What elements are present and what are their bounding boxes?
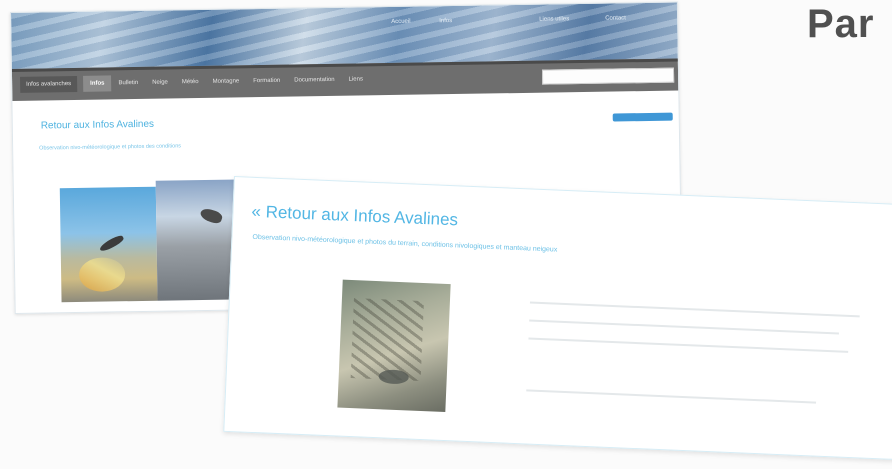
banner-link[interactable]: Accueil: [391, 19, 410, 25]
nav-item[interactable]: Documentation: [287, 72, 342, 89]
nav-item[interactable]: Météo: [175, 74, 206, 90]
text-line: [529, 301, 860, 318]
text-line: [528, 337, 849, 353]
nav-item[interactable]: Liens: [341, 71, 370, 87]
page-subtitle: Observation nivo-météorologique et photo…: [39, 143, 182, 152]
site-brand[interactable]: Infos avalanches: [20, 75, 78, 93]
page-subtitle: Observation nivo-météorologique et photo…: [252, 233, 558, 254]
nav-item[interactable]: Montagne: [205, 73, 246, 90]
text-line: [526, 389, 817, 404]
nav-item[interactable]: Formation: [246, 73, 287, 90]
nav-item[interactable]: Bulletin: [111, 75, 145, 92]
banner-link[interactable]: Contact: [605, 15, 626, 21]
banner-link[interactable]: Infos: [439, 18, 452, 24]
search-input[interactable]: [541, 67, 675, 85]
back-link[interactable]: « Retour aux Infos Avalines: [251, 202, 458, 231]
text-line: [529, 319, 839, 335]
share-button[interactable]: [612, 112, 673, 122]
page-heading: Par: [807, 2, 875, 46]
nav-item[interactable]: Infos: [83, 75, 112, 92]
mountain-photo: [59, 186, 158, 303]
front-screenshot: « Retour aux Infos Avalines Observation …: [223, 176, 892, 462]
back-link[interactable]: Retour aux Infos Avalines: [41, 119, 154, 132]
site-banner: Accueil Infos Liens utiles Contact: [11, 2, 678, 69]
banner-link[interactable]: Liens utiles: [539, 16, 569, 22]
nav-item[interactable]: Neige: [145, 74, 175, 90]
terrain-photo: [337, 279, 451, 413]
